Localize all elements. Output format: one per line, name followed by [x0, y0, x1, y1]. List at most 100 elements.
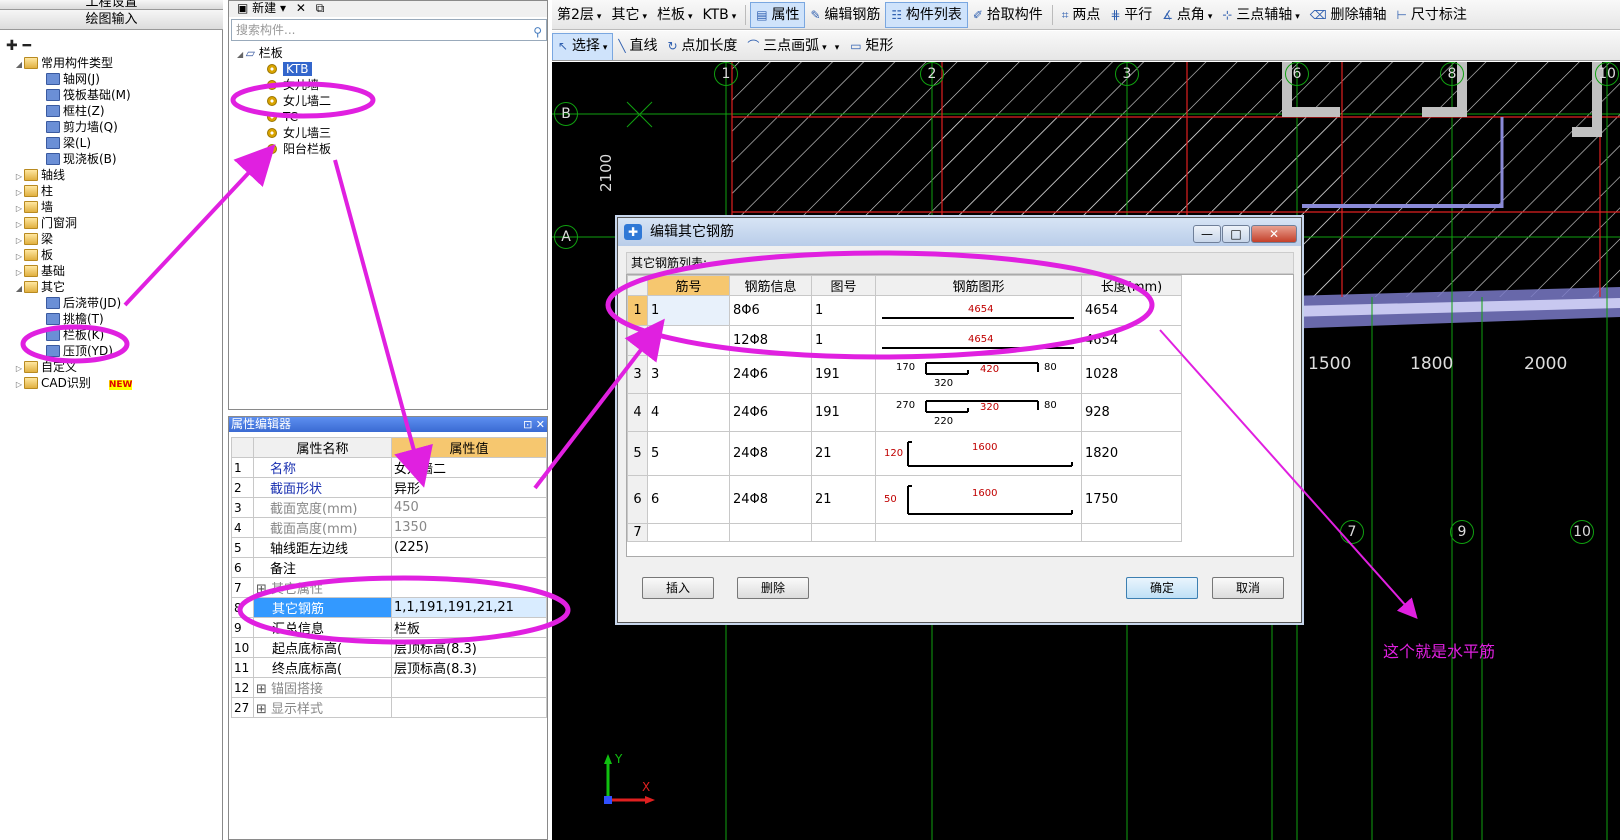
toolbar-item-2[interactable]: ↻ 点加长度	[662, 31, 742, 60]
figure-number-cell[interactable]: 1	[811, 295, 876, 326]
property-value[interactable]: 层顶标高(8.3)	[391, 657, 547, 678]
copy-component-icon[interactable]: ⧉	[316, 1, 325, 15]
tree-item[interactable]: ▷ 门窗洞	[0, 215, 223, 231]
tree-item[interactable]: 后浇带(JD)	[0, 295, 223, 311]
component-item[interactable]: 女儿墙二	[237, 93, 331, 109]
property-value[interactable]: (225)	[391, 537, 547, 558]
figure-number-cell[interactable]	[811, 523, 876, 542]
property-row[interactable]: 4 截面高度(mm) 1350	[231, 517, 547, 538]
tree-item[interactable]: 筏板基础(M)	[0, 87, 223, 103]
new-component-button[interactable]: ▣ 新建 ▾	[237, 1, 286, 15]
column-header[interactable]: 长度(mm)	[1081, 275, 1182, 296]
rebar-info-cell[interactable]: 24Φ8	[729, 431, 812, 476]
tree-item[interactable]: ▷ 自定义	[0, 359, 223, 375]
toolbar-item-7[interactable]: ✐ 拾取构件	[968, 0, 1048, 29]
dropdown-arrow-icon[interactable]: ▾	[822, 43, 827, 53]
rebar-length-cell[interactable]: 1750	[1081, 475, 1182, 524]
rebar-info-cell[interactable]	[729, 523, 812, 542]
collapse-icon[interactable]: ◢	[237, 50, 246, 59]
property-row[interactable]: 3 截面宽度(mm) 450	[231, 497, 547, 518]
property-value[interactable]: 层顶标高(8.3)	[391, 637, 547, 658]
figure-number-cell[interactable]: 21	[811, 475, 876, 524]
property-row[interactable]: 11 终点底标高(层顶标高(8.3)	[231, 657, 547, 678]
property-row[interactable]: 5 轴线距左边线 (225)	[231, 537, 547, 558]
component-search-input[interactable]: 搜索构件... ⚲	[231, 19, 547, 41]
minimize-button[interactable]: —	[1193, 225, 1221, 243]
dropdown-arrow-icon[interactable]: ▾	[835, 43, 840, 53]
property-value[interactable]: 异形	[391, 477, 547, 498]
rebar-number-cell[interactable]: 5	[647, 431, 730, 476]
component-item[interactable]: KTB	[237, 61, 331, 77]
rebar-info-cell[interactable]: 24Φ6	[729, 355, 812, 394]
rebar-row[interactable]: 1 1 8Φ6 1 4654 4654	[627, 295, 1182, 326]
dropdown-arrow-icon[interactable]: ▾	[642, 12, 647, 22]
toolbar-item-9[interactable]: ⋕ 平行	[1105, 0, 1157, 29]
dropdown-arrow-icon[interactable]: ▾	[732, 12, 737, 22]
toolbar-item-6[interactable]: ☷ 构件列表	[885, 2, 968, 28]
tree-item[interactable]: ▷ 基础	[0, 263, 223, 279]
property-row[interactable]: 10 起点底标高(层顶标高(8.3)	[231, 637, 547, 658]
property-value[interactable]: 450	[391, 497, 547, 518]
tree-item[interactable]: ◢ 其它	[0, 279, 223, 295]
rebar-row[interactable]: 2 2 12Φ8 1 4654 4654	[627, 325, 1182, 356]
dropdown-arrow-icon[interactable]: ▾	[603, 43, 608, 53]
toolbar-item-8[interactable]: ⌗ 两点	[1057, 0, 1106, 29]
expand-icon[interactable]: ▷	[14, 377, 24, 393]
column-header[interactable]: 钢筋信息	[729, 275, 812, 296]
rebar-length-cell[interactable]: 4654	[1081, 325, 1182, 356]
search-icon[interactable]: ⚲	[533, 22, 542, 42]
toolbar-item-12[interactable]: ⌫ 删除辅轴	[1305, 0, 1392, 29]
property-value[interactable]	[391, 557, 547, 578]
tree-item[interactable]: 现浇板(B)	[0, 151, 223, 167]
rebar-row[interactable]: 4 4 24Φ6 191 270 320 80 220 928	[627, 393, 1182, 432]
tree-item[interactable]: ◢ 常用构件类型	[0, 55, 223, 71]
tree-item[interactable]: 梁(L)	[0, 135, 223, 151]
property-value[interactable]	[391, 677, 547, 698]
figure-number-cell[interactable]: 191	[811, 393, 876, 432]
property-value[interactable]: 1,1,191,191,21,21	[391, 597, 547, 618]
property-row[interactable]: 6 备注	[231, 557, 547, 578]
tree-item[interactable]: ▷ 柱	[0, 183, 223, 199]
property-row[interactable]: 1 名称 女儿墙二	[231, 457, 547, 478]
toolbar-item-0[interactable]: 第2层 ▾	[552, 0, 606, 29]
property-row[interactable]: 2 截面形状 异形	[231, 477, 547, 498]
rebar-number-cell[interactable]: 6	[647, 475, 730, 524]
rebar-length-cell[interactable]: 928	[1081, 393, 1182, 432]
component-item[interactable]: 女儿墙	[237, 77, 331, 93]
rebar-length-cell[interactable]: 1820	[1081, 431, 1182, 476]
collapse-icon[interactable]: ⊞	[256, 582, 271, 597]
property-value[interactable]	[391, 577, 547, 598]
dialog-titlebar[interactable]: ✚ 编辑其它钢筋 — □ ✕	[618, 218, 1301, 246]
toolbar-item-4[interactable]: ▭ 矩形	[845, 31, 898, 60]
toolbar-item-3[interactable]: ⌒ 三点画弧 ▾	[742, 31, 831, 60]
rebar-info-cell[interactable]: 8Φ6	[729, 295, 812, 326]
toolbar-item-1[interactable]: ╲ 直线	[613, 31, 662, 60]
property-row[interactable]: 12 ⊞ 锚固搭接	[231, 677, 547, 698]
rebar-row[interactable]: 5 5 24Φ8 21 120 1600 1820	[627, 431, 1182, 476]
toolbar-item-2[interactable]: 栏板 ▾	[652, 0, 698, 29]
tree-item[interactable]: ▷ CAD识别 NEW	[0, 375, 223, 391]
toolbar-item-5[interactable]: ✎ 编辑钢筋	[805, 0, 885, 29]
close-icon[interactable]: ✕	[536, 418, 545, 431]
rebar-row[interactable]: 3 3 24Φ6 191 170 420 80 320 1028	[627, 355, 1182, 394]
column-header[interactable]: 图号	[811, 275, 876, 296]
rebar-row[interactable]: 6 6 24Φ8 21 50 1600 1750	[627, 475, 1182, 524]
expand-icon[interactable]: ⊞	[256, 682, 271, 697]
column-header[interactable]: 钢筋图形	[875, 275, 1082, 296]
rebar-shape-cell[interactable]: 50 1600	[875, 475, 1082, 524]
tree-item[interactable]: ▷ 轴线	[0, 167, 223, 183]
ok-button[interactable]: 确定	[1126, 577, 1198, 599]
property-row[interactable]: 27 ⊞ 显示样式	[231, 697, 547, 718]
rebar-number-cell[interactable]: 2	[647, 325, 730, 356]
rebar-length-cell[interactable]: 1028	[1081, 355, 1182, 394]
toolbar-item-1[interactable]: 其它 ▾	[606, 0, 652, 29]
rebar-length-cell[interactable]	[1081, 523, 1182, 542]
tree-item[interactable]: ▷ 梁	[0, 231, 223, 247]
tree-item[interactable]: 轴网(J)	[0, 71, 223, 87]
rebar-number-cell[interactable]: 4	[647, 393, 730, 432]
property-row[interactable]: 9 汇总信息 栏板	[231, 617, 547, 638]
pin-icon[interactable]: ⊡	[523, 418, 532, 431]
rebar-info-cell[interactable]: 12Φ8	[729, 325, 812, 356]
close-button[interactable]: ✕	[1251, 225, 1297, 243]
tab-drawing-input[interactable]: 绘图输入	[0, 10, 223, 30]
